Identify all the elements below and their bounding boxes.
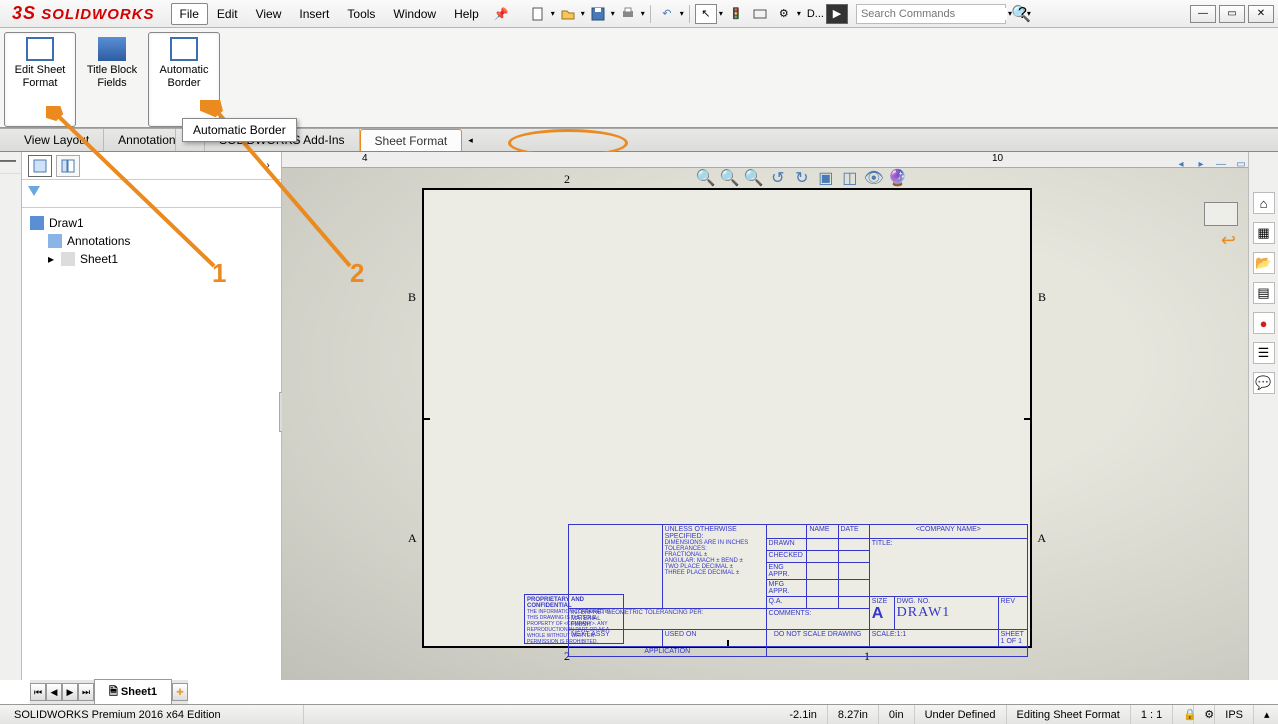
- home-icon[interactable]: ⌂: [1253, 192, 1275, 214]
- select-button[interactable]: ↖: [695, 4, 717, 24]
- hide-show-icon[interactable]: 👁: [863, 168, 885, 188]
- task-pane-strip: ⌂ ▦ 📂 ▤ ● ☰ 💬: [1248, 152, 1278, 680]
- custom-props-icon[interactable]: ☰: [1253, 342, 1275, 364]
- status-y: 8.27in: [828, 705, 879, 724]
- rotate-icon[interactable]: ↺: [767, 168, 789, 188]
- undo-button[interactable]: ↶: [656, 4, 678, 24]
- forum-icon[interactable]: 💬: [1253, 372, 1275, 394]
- add-sheet-button[interactable]: ✚: [172, 683, 188, 701]
- menu-file[interactable]: File: [171, 3, 208, 25]
- section-icon[interactable]: ▣: [815, 168, 837, 188]
- left-gutter: —: [0, 152, 22, 680]
- status-x: -2.1in: [779, 705, 828, 724]
- status-flag-icon[interactable]: ⚙: [1194, 705, 1215, 724]
- sheet-last-button[interactable]: ⏭: [78, 683, 94, 701]
- menu-insert[interactable]: Insert: [290, 3, 338, 25]
- edit-sheet-format-icon: [26, 37, 54, 61]
- menu-tools[interactable]: Tools: [338, 3, 384, 25]
- status-defined: Under Defined: [915, 705, 1007, 724]
- sheet-tabs: ⏮ ◀ ▶ ⏭ 🗎 Sheet1 ✚: [30, 680, 188, 704]
- titlebar: 3S SOLIDWORKS File Edit View Insert Tool…: [0, 0, 1278, 28]
- tooltip-automatic-border: Automatic Border: [182, 118, 297, 142]
- drawing-sheet[interactable]: B B A A 2 2 1 PROPRIETARY AND CONFIDENTI…: [422, 188, 1032, 648]
- menu-window[interactable]: Window: [384, 3, 445, 25]
- status-expand-icon[interactable]: ▴: [1254, 705, 1274, 724]
- tab-overflow-icon[interactable]: ◂: [462, 131, 479, 150]
- zoom-prev-icon[interactable]: 🔍: [743, 168, 765, 188]
- options-button[interactable]: ⚙: [773, 4, 795, 24]
- status-lock-icon[interactable]: 🔒: [1173, 705, 1194, 724]
- help-button[interactable]: ?: [1018, 5, 1027, 23]
- sheet-first-button[interactable]: ⏮: [30, 683, 46, 701]
- sheet-prev-button[interactable]: ◀: [46, 683, 62, 701]
- appearances-icon[interactable]: ●: [1253, 312, 1275, 334]
- minimize-button[interactable]: —: [1190, 5, 1216, 23]
- quick-access-toolbar: ▾ ▾ ▾ ▾ ↶▾ ↖▾ 🚦 ⚙▾ D... ▶: [527, 4, 848, 24]
- funnel-icon: [28, 186, 40, 196]
- search-commands[interactable]: 🔍: [856, 4, 1006, 24]
- doc-prev-icon[interactable]: ◂: [1172, 156, 1190, 172]
- zoom-fit-icon[interactable]: 🔍: [695, 168, 717, 188]
- heads-up-view-toolbar: 🔍 🔍 🔍 ↺ ↻ ▣ ◫ 👁 🔮: [693, 166, 911, 190]
- search-input[interactable]: [857, 8, 1007, 20]
- zone-a-left: A: [408, 531, 417, 546]
- status-edition: SOLIDWORKS Premium 2016 x64 Edition: [4, 705, 304, 724]
- resources-icon[interactable]: ▦: [1253, 222, 1275, 244]
- zone-b-right: B: [1038, 290, 1046, 305]
- menu-edit[interactable]: Edit: [208, 3, 247, 25]
- status-units[interactable]: IPS: [1215, 705, 1254, 724]
- menu-help[interactable]: Help: [445, 3, 488, 25]
- zone-b-left: B: [408, 290, 416, 305]
- redo-view-icon[interactable]: ↻: [791, 168, 813, 188]
- menu-view[interactable]: View: [247, 3, 291, 25]
- back-arrow-icon[interactable]: ↩: [1221, 230, 1236, 251]
- save-button[interactable]: [587, 4, 609, 24]
- zoom-area-icon[interactable]: 🔍: [719, 168, 741, 188]
- display-style-icon[interactable]: ◫: [839, 168, 861, 188]
- task-toggle-button[interactable]: ▶: [826, 4, 848, 24]
- minimap[interactable]: [1204, 202, 1238, 226]
- sheet-tab-sheet1[interactable]: 🗎 Sheet1: [94, 679, 172, 706]
- status-bar: SOLIDWORKS Premium 2016 x64 Edition -2.1…: [0, 704, 1278, 724]
- close-button[interactable]: ✕: [1248, 5, 1274, 23]
- pin-icon[interactable]: 📌: [488, 7, 515, 21]
- options-text: D...: [803, 8, 824, 20]
- gutter-item[interactable]: —: [0, 152, 21, 174]
- drawing-icon: [30, 216, 44, 230]
- title-block[interactable]: UNLESS OTHERWISE SPECIFIED: DIMENSIONS A…: [568, 524, 1028, 644]
- appearance-icon[interactable]: 🔮: [887, 168, 909, 188]
- graphics-area[interactable]: 4 10 🔍 🔍 🔍 ↺ ↻ ▣ ◫ 👁 🔮 ◂ ▸ — ▭ ✕ ↩ B B A: [282, 152, 1278, 680]
- menubar: File Edit View Insert Tools Window Help: [171, 3, 488, 25]
- callout-1: 1: [212, 258, 226, 289]
- zone-a-right: A: [1037, 531, 1046, 546]
- status-mode: Editing Sheet Format: [1007, 705, 1131, 724]
- doc-min-icon[interactable]: —: [1212, 156, 1230, 172]
- print-button[interactable]: [617, 4, 639, 24]
- window-controls: — ▭ ✕: [1187, 5, 1274, 23]
- file-explorer-icon[interactable]: 📂: [1253, 252, 1275, 274]
- status-z: 0in: [879, 705, 915, 724]
- callout-2: 2: [350, 258, 364, 289]
- new-doc-button[interactable]: [527, 4, 549, 24]
- status-scale[interactable]: 1 : 1: [1131, 705, 1173, 724]
- automatic-border-icon: [170, 37, 198, 61]
- open-button[interactable]: [557, 4, 579, 24]
- view-palette-icon[interactable]: ▤: [1253, 282, 1275, 304]
- sheet-next-button[interactable]: ▶: [62, 683, 78, 701]
- zone-2-top: 2: [564, 172, 570, 187]
- doc-next-icon[interactable]: ▸: [1192, 156, 1210, 172]
- title-block-icon: [98, 37, 126, 61]
- restore-button[interactable]: ▭: [1219, 5, 1245, 23]
- app-logo: 3S SOLIDWORKS: [4, 3, 163, 24]
- options-link-button[interactable]: [749, 4, 771, 24]
- rebuild-button[interactable]: 🚦: [725, 4, 747, 24]
